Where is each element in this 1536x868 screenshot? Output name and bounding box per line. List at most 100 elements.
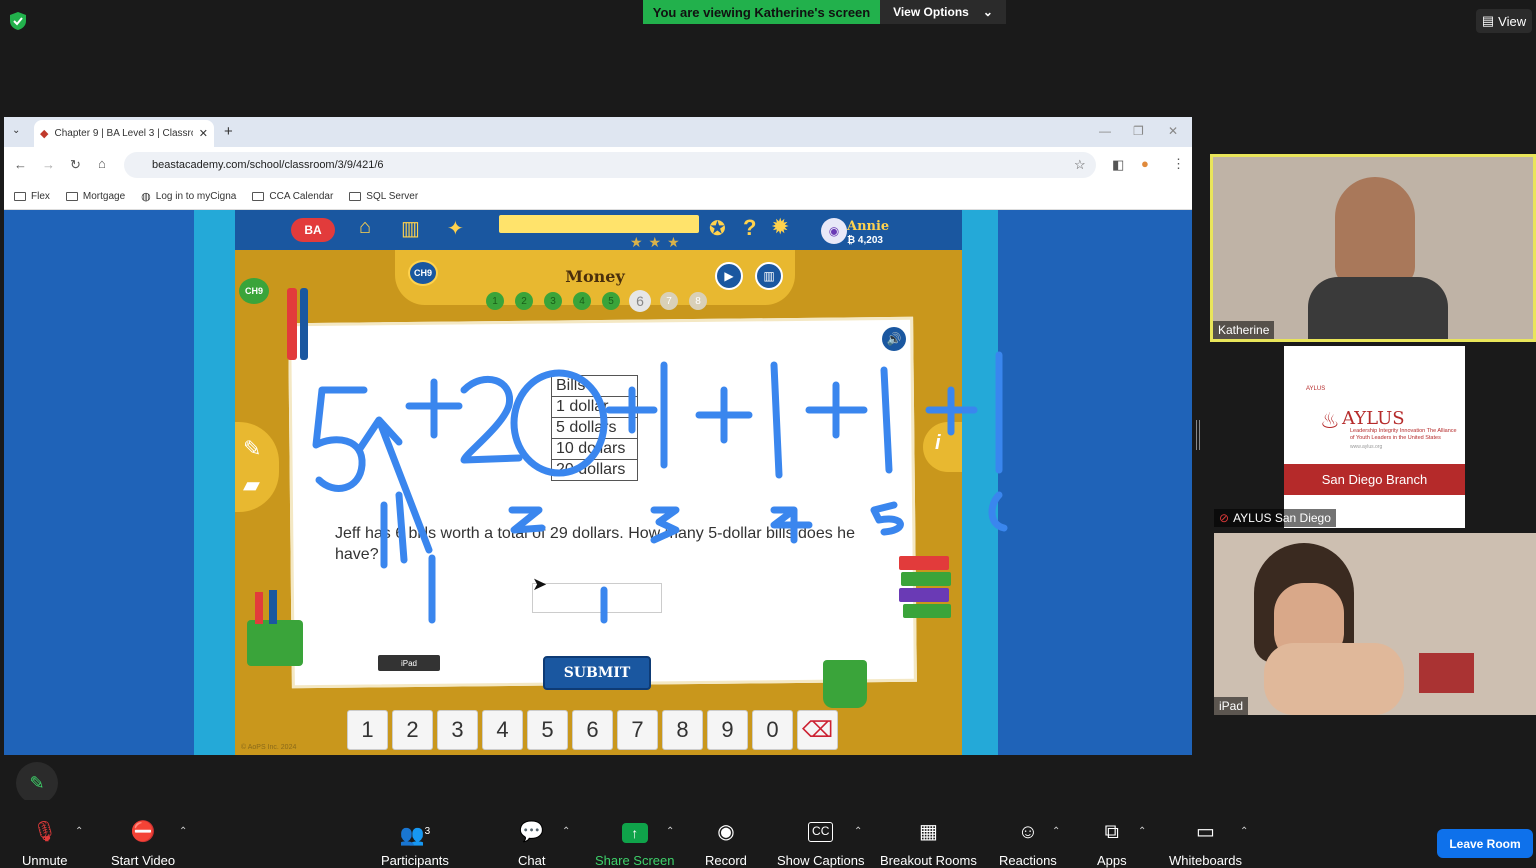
browser-tab[interactable]: ◆ Chapter 9 | BA Level 3 | Classro ✕ (34, 120, 214, 147)
start-video-label: Start Video (111, 853, 176, 868)
start-video-button[interactable]: ⛔ Start Video (111, 820, 175, 868)
wall-art (1419, 653, 1474, 693)
muted-mic-icon: ⊘ (1219, 511, 1230, 525)
branch-label: San Diego Branch (1284, 464, 1465, 495)
bookmark-label: Flex (31, 190, 50, 202)
annotation-stroke (880, 366, 893, 474)
menu-icon[interactable]: ⋮ (1172, 156, 1185, 172)
chat-icon: 💬 (519, 821, 545, 843)
view-options-label: View Options (893, 5, 969, 19)
unmute-label: Unmute (22, 853, 68, 868)
annotator-tag: iPad (378, 655, 440, 671)
chevron-up-icon[interactable]: ⌃ (75, 826, 83, 837)
apps-icon: ⧉ (1104, 821, 1119, 843)
annotate-pencil-button[interactable]: ✎ (16, 762, 58, 804)
annotation-stroke (988, 491, 1008, 532)
chevron-up-icon[interactable]: ⌃ (666, 826, 674, 837)
unmute-button[interactable]: 🎙 Unmute (22, 820, 68, 868)
participant-name: Katherine (1213, 321, 1275, 339)
security-shield-icon[interactable] (9, 11, 27, 31)
web-page: BA ⌂ ▥ ✦ ★★★ ✪ ? ✹ ◉ Annie ₿ 4,203 CH9 M… (4, 210, 1192, 755)
bookmarks-bar: Flex Mortgage ◍ Log in to myCigna CCA Cal… (4, 183, 1192, 210)
site-favicon-icon: ◆ (40, 128, 49, 140)
chevron-up-icon[interactable]: ⌃ (562, 826, 570, 837)
leave-room-button[interactable]: Leave Room (1437, 829, 1533, 858)
show-captions-button[interactable]: CC Show Captions (777, 820, 864, 868)
chevron-up-icon[interactable]: ⌃ (1240, 826, 1248, 837)
participant-name-tag: ⊘ AYLUS San Diego (1214, 509, 1336, 527)
folder-icon (252, 191, 265, 201)
chevron-up-icon[interactable]: ⌃ (1138, 826, 1146, 837)
participant-tile-ipad[interactable]: iPad (1214, 533, 1536, 715)
minimize-icon[interactable]: — (1099, 124, 1111, 138)
meeting-controls-bar (0, 800, 1536, 868)
whiteboard-icon: ▭ (1196, 821, 1215, 843)
resize-handle[interactable] (1196, 420, 1200, 450)
chevron-down-icon: ⌄ (982, 5, 993, 19)
participant-tile-katherine[interactable]: Katherine (1210, 154, 1536, 342)
bookmark-sql-server[interactable]: SQL Server (349, 191, 418, 202)
reactions-label: Reactions (999, 853, 1057, 868)
participant-tile-aylus[interactable]: AYLUS ♨ AYLUS Leadership Integrity Innov… (1214, 346, 1536, 528)
aylus-subtitle: Leadership Integrity Innovation The Alli… (1350, 428, 1457, 441)
annotation-stroke (650, 506, 680, 544)
record-button[interactable]: ◉ Record (705, 820, 747, 868)
restore-icon[interactable]: ❐ (1133, 124, 1144, 138)
chevron-up-icon[interactable]: ⌃ (1052, 826, 1060, 837)
participants-icon: 👥3 (399, 824, 431, 847)
viewing-screen-banner: You are viewing Katherine's screen (643, 0, 880, 24)
layout-icon: ▤ (1481, 13, 1495, 28)
chat-button[interactable]: 💬 Chat (518, 820, 545, 868)
annotation-stroke (605, 386, 658, 434)
back-icon[interactable]: ← (14, 157, 27, 172)
bookmark-mycigna[interactable]: ◍ Log in to myCigna (141, 190, 236, 203)
participant-hand (1264, 643, 1404, 715)
participants-button[interactable]: 👥3 Participants (381, 820, 449, 868)
breakout-rooms-button[interactable]: ▦ Breakout Rooms (880, 820, 977, 868)
chat-label: Chat (518, 853, 546, 868)
share-screen-button[interactable]: ↑ Share Screen (595, 820, 675, 868)
apps-button[interactable]: ⧉ Apps (1097, 820, 1127, 868)
side-panel-icon[interactable]: ◧ (1112, 157, 1124, 173)
browser-toolbar: ← → ↻ ⌂ beastacademy.com/school/classroo… (4, 147, 1192, 183)
apps-label: Apps (1097, 853, 1127, 868)
chevron-up-icon[interactable]: ⌃ (179, 826, 187, 837)
reactions-button[interactable]: ☺ Reactions (999, 820, 1057, 868)
close-tab-icon[interactable]: ✕ (199, 127, 208, 140)
bookmark-label: CCA Calendar (269, 190, 334, 202)
globe-icon: ◍ (141, 190, 151, 203)
annotation-stroke (508, 506, 546, 534)
shared-browser-window: ⌄ ◆ Chapter 9 | BA Level 3 | Classro ✕ +… (4, 117, 1192, 755)
whiteboards-button[interactable]: ▭ Whiteboards (1169, 820, 1242, 868)
bookmark-flex[interactable]: Flex (14, 191, 50, 202)
annotation-stroke (870, 501, 904, 536)
bookmark-cca-calendar[interactable]: CCA Calendar (252, 191, 333, 202)
annotation-stroke (770, 506, 813, 544)
extension-icon[interactable]: ● (1141, 156, 1149, 171)
view-options-button[interactable]: View Options ⌄ (880, 0, 1006, 24)
bookmark-star-icon[interactable]: ☆ (1074, 157, 1086, 173)
record-label: Record (705, 853, 747, 868)
annotation-stroke (312, 386, 368, 492)
address-bar[interactable]: beastacademy.com/school/classroom/3/9/42… (124, 152, 1096, 178)
chevron-up-icon[interactable]: ⌃ (854, 826, 862, 837)
forward-icon[interactable]: → (42, 157, 55, 172)
breakout-rooms-label: Breakout Rooms (880, 853, 977, 868)
home-icon[interactable]: ⌂ (98, 156, 106, 171)
tab-list-icon[interactable]: ⌄ (12, 125, 20, 136)
reload-icon[interactable]: ↻ (70, 157, 81, 173)
aylus-logo-text: AYLUS (1342, 408, 1405, 429)
participant-name: AYLUS San Diego (1233, 511, 1331, 525)
annotation-stroke (510, 369, 608, 477)
annotation-stroke (770, 361, 783, 479)
captions-icon: CC (808, 822, 834, 842)
annotation-stroke (695, 386, 753, 444)
breakout-rooms-icon: ▦ (918, 821, 938, 843)
new-tab-icon[interactable]: + (224, 123, 233, 140)
view-label: View (1498, 13, 1527, 29)
annotation-stroke (925, 386, 978, 436)
close-window-icon[interactable]: ✕ (1168, 124, 1178, 138)
view-button[interactable]: ▤ View (1476, 9, 1532, 33)
bookmark-mortgage[interactable]: Mortgage (65, 191, 125, 202)
folder-icon (14, 191, 26, 201)
